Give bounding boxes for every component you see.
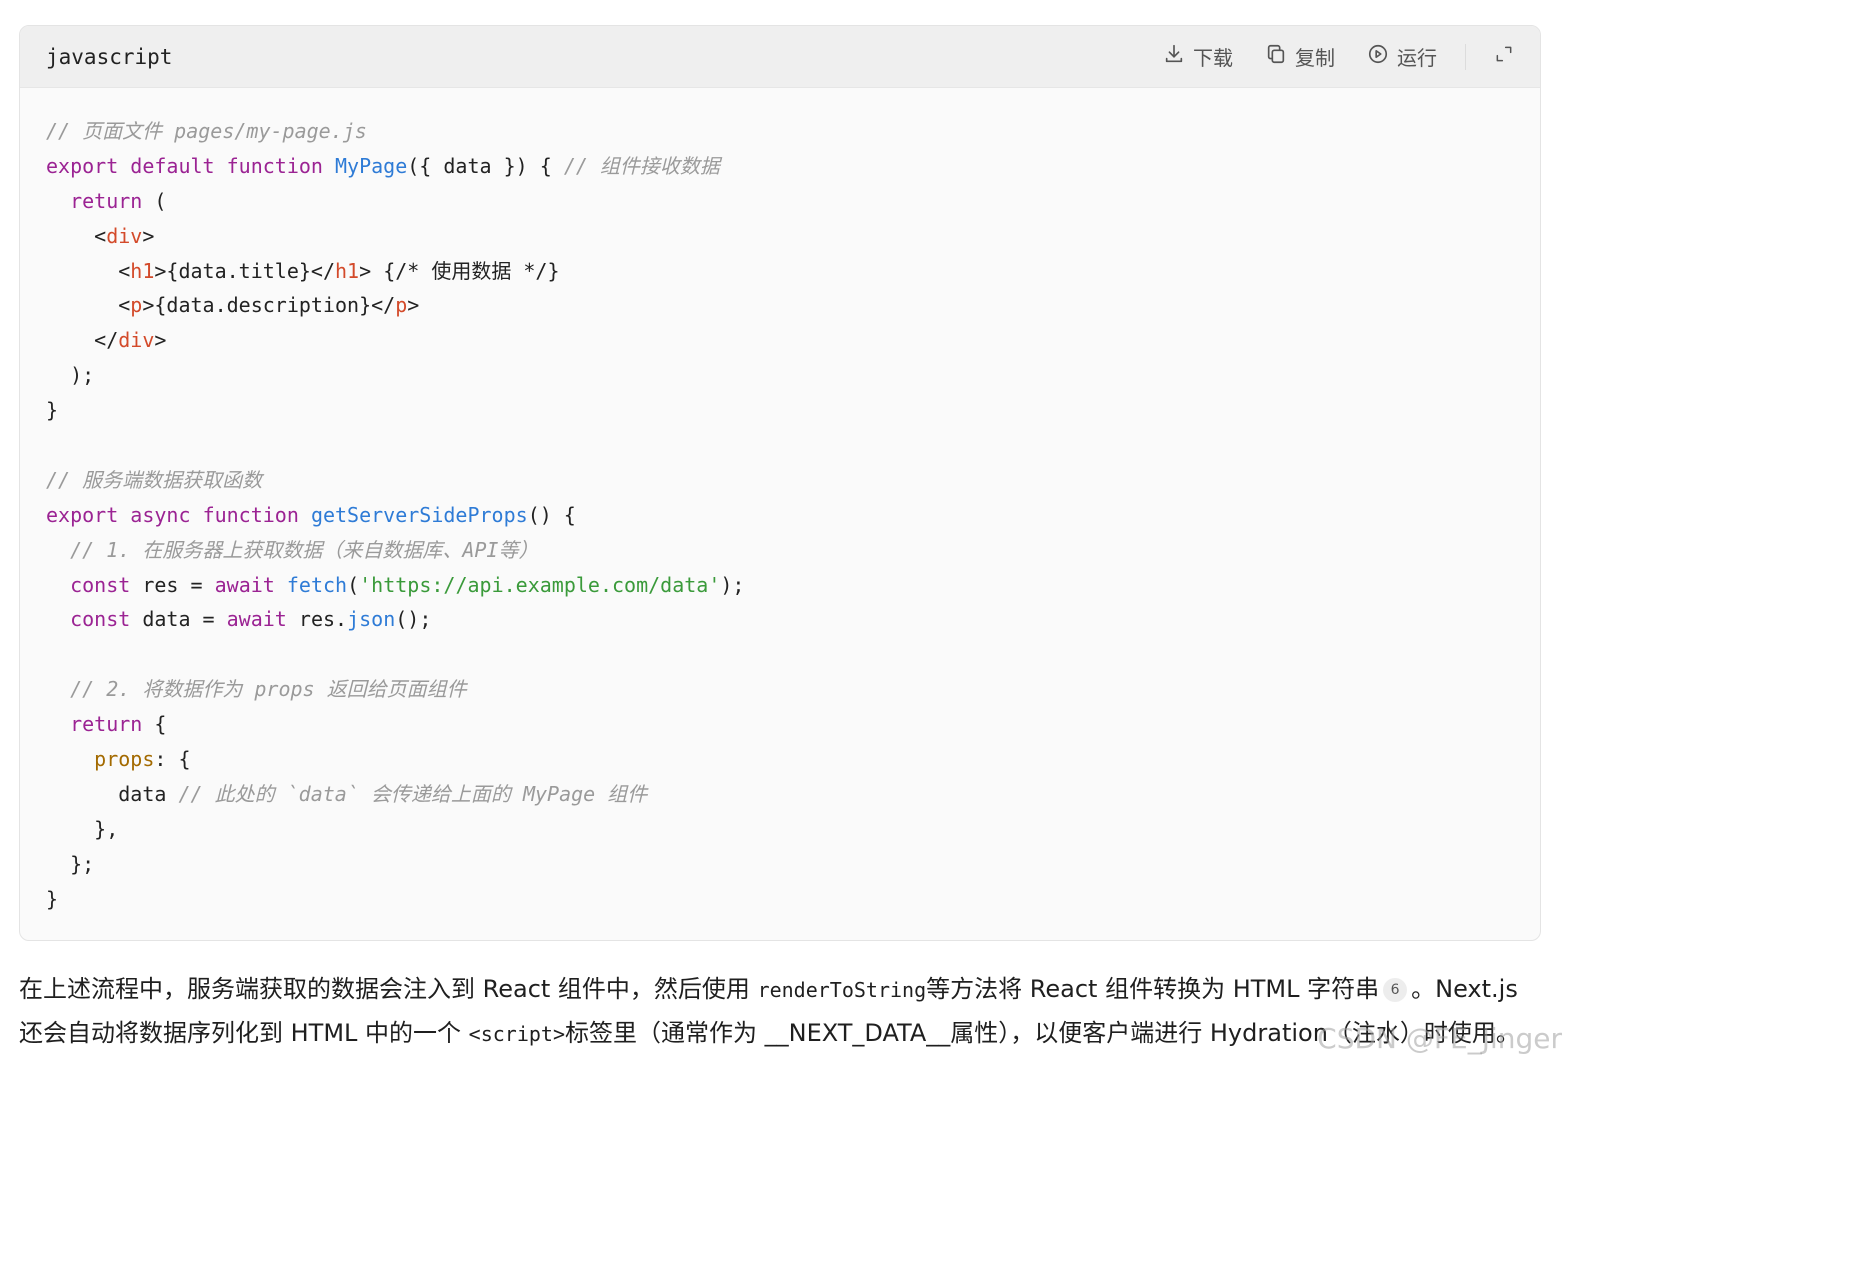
code-line: // 2. 将数据作为 props 返回给页面组件: [70, 677, 467, 702]
code-line: props: {: [94, 747, 191, 772]
code-line: export async function getServerSideProps…: [46, 502, 576, 527]
copy-button[interactable]: 复制: [1265, 42, 1335, 71]
run-label: 运行: [1397, 46, 1437, 70]
paragraph-text-1: 在上述流程中，服务端获取的数据会注入到 React 组件中，然后使用: [19, 975, 758, 1003]
code-line: </div>: [46, 328, 167, 353]
play-icon: [1367, 43, 1389, 70]
code-line: const res = await fetch('https://api.exa…: [70, 572, 745, 597]
code-line: <h1>{data.title}</h1> {/* 使用数据 */}: [46, 258, 560, 283]
code-line: return (: [70, 188, 167, 213]
code-line: <p>{data.description}</p>: [46, 293, 420, 318]
paragraph-text-2: 等方法将 React 组件转换为 HTML 字符串: [926, 975, 1380, 1003]
code-line: // 服务端数据获取函数: [46, 467, 263, 492]
code-line: },: [46, 816, 119, 841]
download-icon: [1163, 43, 1185, 70]
code-line: }: [46, 886, 59, 911]
language-label: javascript: [46, 44, 173, 69]
code-line: );: [46, 363, 95, 388]
code-line: <div>: [46, 223, 155, 248]
download-label: 下载: [1193, 46, 1233, 70]
code-line: ​: [46, 637, 1540, 672]
code-line: }: [46, 398, 59, 423]
code-actions: 下载 复制 运行: [1163, 42, 1514, 71]
code-content: // 页面文件 pages/my-page.js export default f…: [46, 114, 1540, 916]
code-block-header: javascript 下载 复制 运行: [20, 26, 1540, 88]
watermark: CSDN @FE_Jinger: [1317, 1022, 1562, 1055]
copy-label: 复制: [1295, 46, 1335, 70]
code-line: export default function MyPage({ data })…: [46, 153, 720, 178]
code-line: const data = await res.json();: [70, 607, 432, 632]
code-line: // 页面文件 pages/my-page.js: [46, 119, 367, 143]
citation-badge[interactable]: 6: [1383, 978, 1408, 1002]
inline-code-rendertostring: renderToString: [757, 978, 927, 1002]
code-line: ​: [46, 428, 1540, 463]
code-line: data // 此处的 `data` 会传递给上面的 MyPage 组件: [46, 781, 648, 806]
code-line: };: [46, 851, 95, 876]
download-button[interactable]: 下载: [1163, 42, 1233, 71]
inline-code-script: <script>: [468, 1022, 565, 1046]
code-block: javascript 下载 复制 运行 // 页面文件 pages/my-pag…: [19, 25, 1541, 941]
code-line: return {: [70, 712, 167, 737]
copy-icon: [1265, 43, 1287, 70]
divider: [1465, 43, 1466, 70]
run-button[interactable]: 运行: [1367, 42, 1437, 71]
expand-button[interactable]: [1494, 44, 1514, 69]
expand-icon: [1494, 44, 1514, 69]
code-line: // 1. 在服务器上获取数据（来自数据库、API等）: [70, 537, 539, 562]
